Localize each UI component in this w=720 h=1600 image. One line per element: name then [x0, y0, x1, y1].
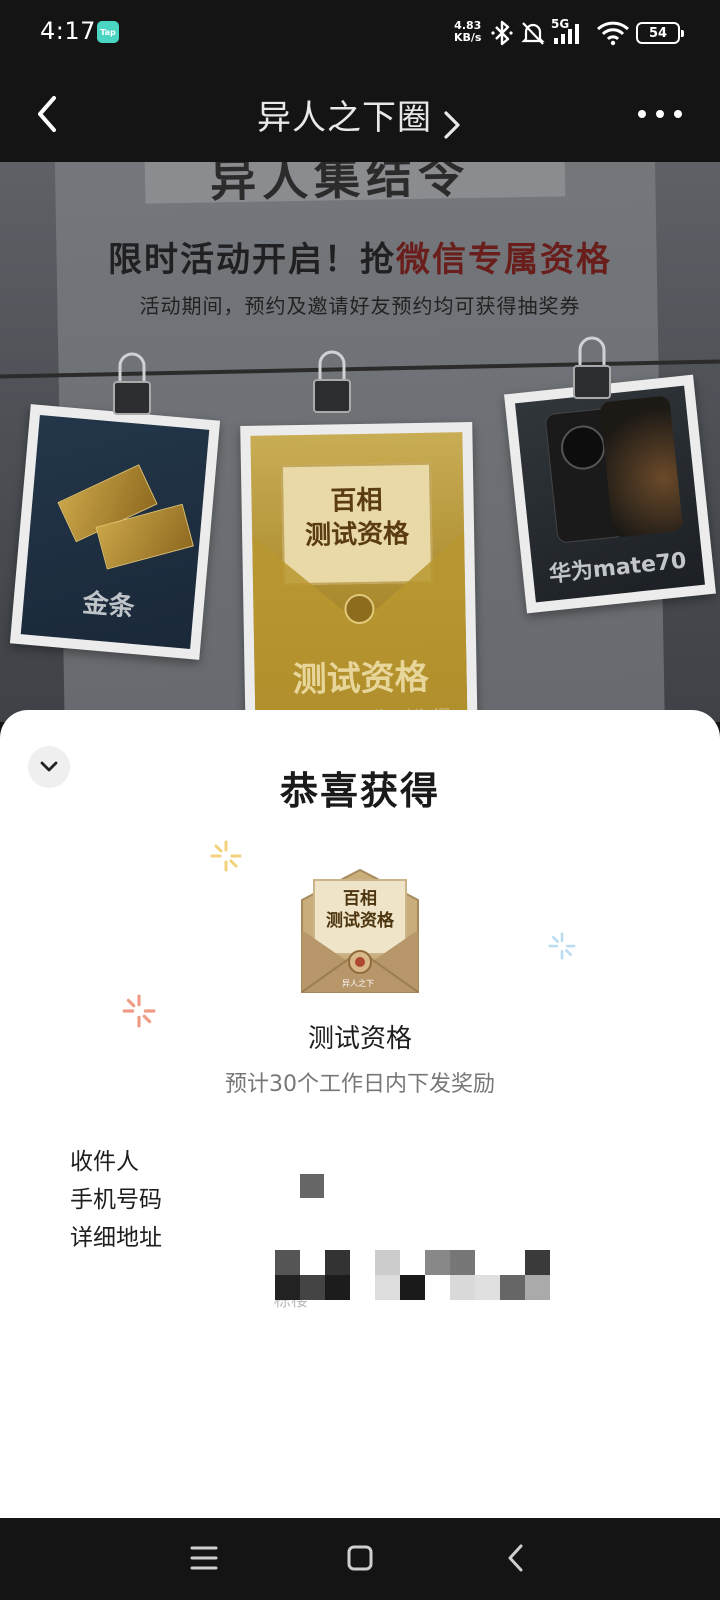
binder-clip-icon	[113, 352, 151, 415]
prize-card-phone-label: 华为mate70	[547, 548, 688, 588]
status-time: 4:17	[40, 17, 96, 45]
prize-card-phone: 华为mate70	[504, 374, 716, 614]
prize-name: 测试资格	[307, 1024, 412, 1054]
recipient-value-redacted	[300, 1174, 324, 1198]
banner-headline-prefix: 限时活动开启！抢	[108, 240, 396, 280]
menu-button[interactable]	[184, 1538, 224, 1578]
prize-envelope-logo: 异人之下	[342, 979, 374, 988]
sheet-title: 恭喜获得	[279, 769, 440, 813]
circle-title-link[interactable]: 异人之下圈	[0, 90, 720, 142]
back-nav-icon	[508, 1544, 523, 1572]
bluetooth-icon	[491, 20, 513, 46]
binder-clip-icon	[573, 336, 611, 399]
system-nav-bar	[0, 1518, 720, 1600]
wifi-icon	[596, 21, 630, 46]
system-back-button[interactable]	[496, 1538, 536, 1578]
reward-bottom-sheet: 恭喜获得 百相 测试资格 异人之下 测试资格 预计30个工作日内下发奖励 收件人…	[0, 710, 720, 1518]
banner-headline-highlight: 微信专属资格	[396, 240, 612, 280]
address-label: 详细地址	[70, 1225, 162, 1251]
sparkle-icon	[210, 840, 242, 872]
bell-mute-icon	[521, 22, 545, 45]
recipient-label: 收件人	[70, 1149, 139, 1175]
network-speed: 4.83 KB/s	[454, 20, 481, 44]
home-icon	[347, 1545, 373, 1571]
home-button[interactable]	[340, 1538, 380, 1578]
phone-number-label: 手机号码	[70, 1187, 162, 1213]
banner-top-text: 异人集结令	[209, 162, 471, 208]
sparkle-icon	[548, 932, 576, 960]
tap-app-icon: Tap	[97, 21, 119, 43]
promo-banner: 异人集结令 限时活动开启！抢微信专属资格 活动期间，预约及邀请好友预约均可获得抽…	[0, 162, 720, 722]
prize-envelope-text: 百相 测试资格	[326, 889, 394, 931]
prize-card-envelope: 百相 测试资格 测试资格 数量有限，先到先得	[240, 421, 478, 722]
chevron-right-icon	[444, 110, 460, 139]
more-icon[interactable]	[636, 106, 684, 122]
prize-card-envelope-label: 测试资格	[292, 657, 429, 701]
status-bar: 4:17 Tap 4.83 KB/s 5G 54	[0, 0, 720, 66]
menu-icon	[190, 1546, 218, 1570]
network-speed-unit: KB/s	[454, 31, 482, 44]
prize-card-gold: 金条	[9, 404, 221, 660]
binder-clip-icon	[313, 350, 351, 413]
screen: 4:17 Tap 4.83 KB/s 5G 54 异人之下圈 异人集结令 限时活…	[0, 0, 720, 1600]
banner-headline: 限时活动开启！抢微信专属资格	[0, 232, 720, 281]
prize-card-gold-label: 金条	[81, 588, 136, 623]
banner-subtitle: 活动期间，预约及邀请好友预约均可获得抽奖券	[139, 294, 581, 318]
top-nav-bar: 异人之下圈	[0, 66, 720, 162]
prize-description: 预计30个工作日内下发奖励	[225, 1072, 495, 1097]
address-value-redacted	[275, 1250, 550, 1300]
battery-indicator: 54	[636, 22, 684, 44]
phone-screen-image	[599, 395, 684, 538]
signal-icon	[554, 24, 579, 44]
page-title: 异人之下圈	[256, 98, 432, 138]
